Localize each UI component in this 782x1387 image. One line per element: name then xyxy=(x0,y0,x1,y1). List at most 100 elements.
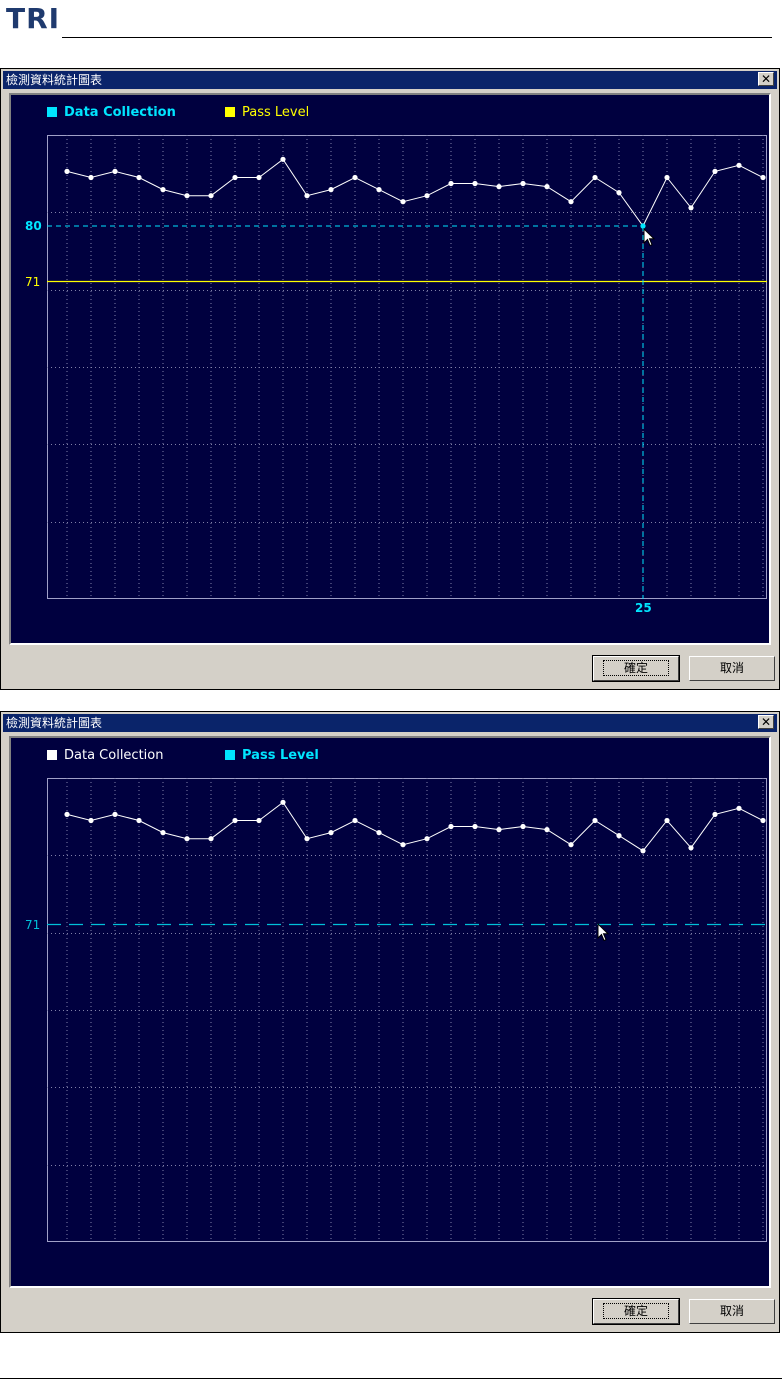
pass-level-value-label: 71 xyxy=(25,274,41,289)
data-point xyxy=(304,193,310,199)
data-point xyxy=(688,845,694,851)
pass-level-value-label: 71 xyxy=(25,917,41,932)
chart-window-data-collection: 檢測資料統計圖表 ✕ Data Collection Pass Level 71… xyxy=(0,68,780,690)
data-point xyxy=(352,174,358,181)
data-point xyxy=(544,184,550,190)
data-point xyxy=(472,180,478,187)
data-point xyxy=(136,174,142,181)
window-title: 檢測資料統計圖表 xyxy=(6,73,103,87)
data-point xyxy=(568,199,574,205)
data-point xyxy=(760,174,766,181)
crosshair-x-label: 25 xyxy=(635,601,652,615)
title-bar[interactable]: 檢測資料統計圖表 ✕ xyxy=(3,71,777,89)
legend-label: Data Collection xyxy=(64,748,164,763)
header-rule xyxy=(62,37,772,38)
data-point xyxy=(256,174,262,181)
ok-button-label: 確定 xyxy=(602,660,670,676)
data-point xyxy=(184,193,190,199)
data-point xyxy=(112,811,118,817)
data-point xyxy=(232,174,238,181)
data-point xyxy=(136,817,142,824)
data-point xyxy=(544,827,550,833)
legend-data-collection[interactable]: Data Collection xyxy=(47,748,163,764)
data-point xyxy=(400,199,406,205)
data-point xyxy=(664,817,670,824)
title-bar[interactable]: 檢測資料統計圖表 ✕ xyxy=(3,714,777,732)
legend-swatch xyxy=(47,750,57,760)
cancel-button[interactable]: 取消 xyxy=(689,1299,775,1324)
data-point xyxy=(616,833,622,839)
cancel-button-label: 取消 xyxy=(719,1304,744,1318)
line-chart[interactable] xyxy=(47,778,767,1242)
chart-panel: Data Collection Pass Level 71 80 25 xyxy=(9,93,771,645)
data-point xyxy=(160,187,166,193)
data-point xyxy=(64,168,70,174)
close-button[interactable]: ✕ xyxy=(758,715,774,729)
data-point xyxy=(760,817,766,824)
window-title: 檢測資料統計圖表 xyxy=(6,716,103,730)
legend-pass-level[interactable]: Pass Level xyxy=(225,105,309,121)
data-point xyxy=(736,162,742,168)
data-point xyxy=(376,187,382,193)
mouse-pointer-icon xyxy=(597,922,610,941)
legend-data-collection[interactable]: Data Collection xyxy=(47,105,176,121)
data-point xyxy=(520,180,526,187)
ok-button-label: 確定 xyxy=(602,1303,670,1319)
ok-button[interactable]: 確定 xyxy=(592,1298,680,1325)
line-chart[interactable] xyxy=(47,135,767,599)
ok-button[interactable]: 確定 xyxy=(592,655,680,682)
data-point xyxy=(280,799,286,805)
data-point xyxy=(424,836,430,842)
cancel-button[interactable]: 取消 xyxy=(689,656,775,681)
data-point xyxy=(160,830,166,836)
data-point xyxy=(496,827,502,833)
data-point xyxy=(328,830,334,836)
legend-swatch xyxy=(47,107,57,117)
data-point xyxy=(400,842,406,848)
data-point xyxy=(376,830,382,836)
data-point xyxy=(568,842,574,848)
data-point xyxy=(328,187,334,193)
data-point xyxy=(208,193,214,199)
data-collection-series-line xyxy=(66,158,764,227)
data-point xyxy=(448,823,454,830)
crosshair-y-label: 80 xyxy=(25,218,42,233)
close-icon: ✕ xyxy=(760,72,772,86)
data-point xyxy=(352,817,358,824)
cancel-button-label: 取消 xyxy=(719,661,744,675)
data-point xyxy=(688,205,694,211)
data-point xyxy=(88,817,94,824)
data-point xyxy=(592,817,598,824)
data-point xyxy=(112,168,118,174)
data-point xyxy=(64,811,70,817)
legend-pass-level[interactable]: Pass Level xyxy=(225,748,319,764)
mouse-pointer-icon xyxy=(643,227,656,247)
legend-label: Pass Level xyxy=(242,748,319,763)
tri-logo: TRI xyxy=(6,2,61,35)
legend-swatch xyxy=(225,750,235,760)
legend-label: Data Collection xyxy=(64,105,176,120)
data-point xyxy=(472,823,478,830)
data-point xyxy=(184,836,190,842)
data-point xyxy=(448,180,454,187)
data-point xyxy=(520,823,526,830)
data-point xyxy=(424,193,430,199)
footer-rule xyxy=(0,1378,782,1379)
data-point xyxy=(232,817,238,824)
data-point xyxy=(640,848,646,854)
chart-window-pass-level: 檢測資料統計圖表 ✕ Data Collection Pass Level 71… xyxy=(0,711,780,1333)
data-point xyxy=(736,805,742,811)
data-point xyxy=(616,190,622,196)
legend-label: Pass Level xyxy=(242,105,310,120)
data-point xyxy=(280,156,286,162)
data-point xyxy=(664,174,670,181)
data-point xyxy=(496,184,502,190)
chart-panel: Data Collection Pass Level 71 xyxy=(9,736,771,1288)
data-point xyxy=(208,836,214,842)
data-collection-series-line xyxy=(66,801,764,852)
data-point xyxy=(256,817,262,824)
close-button[interactable]: ✕ xyxy=(758,72,774,86)
data-point xyxy=(304,836,310,842)
data-point xyxy=(592,174,598,181)
legend-swatch xyxy=(225,107,235,117)
